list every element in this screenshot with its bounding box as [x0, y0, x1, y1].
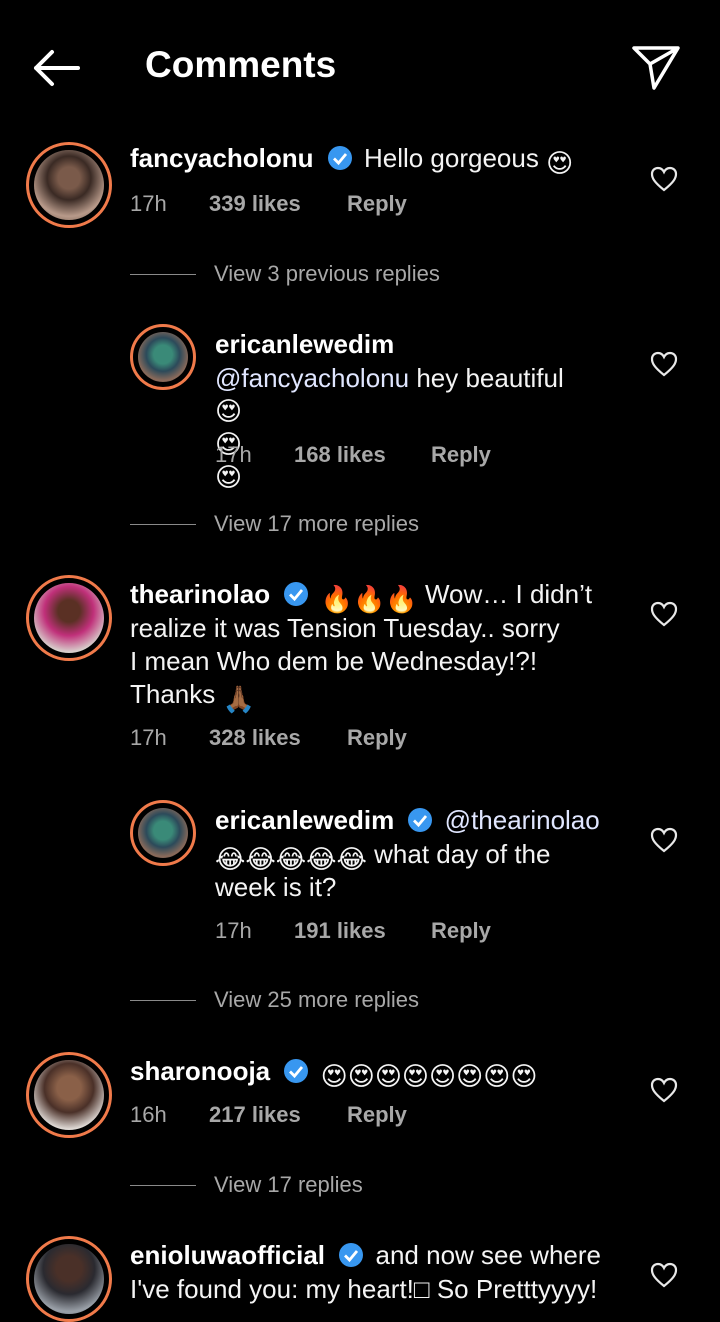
comment-text-line1: Wow… I didn’t — [424, 579, 593, 609]
comment-text-line3: week is it? — [215, 872, 337, 902]
comment-likes[interactable]: 328 likes — [209, 725, 301, 751]
comment-likes[interactable]: 168 likes — [294, 442, 386, 468]
comment-text-line2: realize it was Tension Tuesday.. sorry — [130, 613, 560, 643]
comment-username[interactable]: ericanlewedim — [215, 805, 394, 835]
comment-username[interactable]: sharonooja — [130, 1056, 270, 1086]
comment-likes[interactable]: 217 likes — [209, 1102, 301, 1128]
avatar[interactable] — [26, 575, 112, 661]
heart-icon[interactable] — [650, 1077, 678, 1103]
paper-plane-icon[interactable] — [630, 42, 682, 92]
reply-button[interactable]: Reply — [347, 1102, 407, 1128]
heart-icon[interactable] — [650, 601, 678, 627]
avatar[interactable] — [26, 1236, 112, 1322]
page-title: Comments — [145, 44, 337, 85]
divider-line — [130, 524, 196, 525]
comment-text-line3: I mean Who dem be Wednesday!?! — [130, 646, 538, 676]
comment-time: 17h — [215, 918, 252, 943]
verified-badge-icon — [284, 1059, 309, 1083]
comment-text-line2: what day of the — [374, 839, 551, 869]
comment-username[interactable]: fancyacholonu — [130, 143, 313, 173]
comment-time: 16h — [130, 1102, 167, 1127]
comment-username[interactable]: thearinolao — [130, 579, 270, 609]
heart-icon[interactable] — [650, 166, 678, 192]
verified-badge-icon — [327, 146, 352, 170]
divider-line — [130, 1000, 196, 1001]
view-replies-label[interactable]: View 17 replies — [214, 1172, 363, 1198]
header-bar: Comments — [0, 0, 720, 130]
reply-button[interactable]: Reply — [431, 442, 491, 468]
view-replies-label[interactable]: View 25 more replies — [214, 987, 419, 1013]
verified-badge-icon — [284, 582, 309, 606]
avatar[interactable] — [26, 142, 112, 228]
verified-badge-icon — [339, 1243, 364, 1267]
comment-likes[interactable]: 339 likes — [209, 191, 301, 217]
avatar[interactable] — [130, 324, 196, 390]
avatar[interactable] — [130, 800, 196, 866]
comment-text-line1: and now see where — [375, 1240, 601, 1270]
heart-icon[interactable] — [650, 351, 678, 377]
comment-username[interactable]: enioluwaofficial — [130, 1240, 325, 1270]
comment-text: Hello gorgeous — [363, 143, 539, 173]
comment-time: 17h — [130, 191, 167, 216]
mention-link[interactable]: @thearinolao — [445, 805, 600, 835]
comment-text-line2: I've found you: my heart!□ So Pretttyyyy… — [130, 1274, 598, 1304]
arrow-left-icon[interactable] — [30, 48, 82, 88]
comment-text-line4: Thanks — [130, 679, 216, 709]
divider-line — [130, 274, 196, 275]
view-replies-label[interactable]: View 3 previous replies — [214, 261, 440, 287]
comment-emojis: 😍 — [546, 148, 574, 178]
heart-icon[interactable] — [650, 1262, 678, 1288]
comment-time: 17h — [215, 442, 252, 467]
avatar[interactable] — [26, 1052, 112, 1138]
comment-emojis: 🙏🏾 — [222, 684, 255, 714]
mention-link[interactable]: @fancyacholonu — [215, 363, 409, 393]
comment-likes[interactable]: 191 likes — [294, 918, 386, 944]
comment-time: 17h — [130, 725, 167, 750]
heart-icon[interactable] — [650, 827, 678, 853]
reply-button[interactable]: Reply — [431, 918, 491, 944]
reply-button[interactable]: Reply — [347, 191, 407, 217]
comment-text: hey beautiful — [416, 363, 564, 393]
verified-badge-icon — [408, 808, 433, 832]
comment-emojis: 😍😍😍😍😍😍😍😍 — [320, 1061, 538, 1091]
view-replies-label[interactable]: View 17 more replies — [214, 511, 419, 537]
reply-button[interactable]: Reply — [347, 725, 407, 751]
divider-line — [130, 1185, 196, 1186]
comment-username[interactable]: ericanlewedim — [215, 329, 394, 359]
